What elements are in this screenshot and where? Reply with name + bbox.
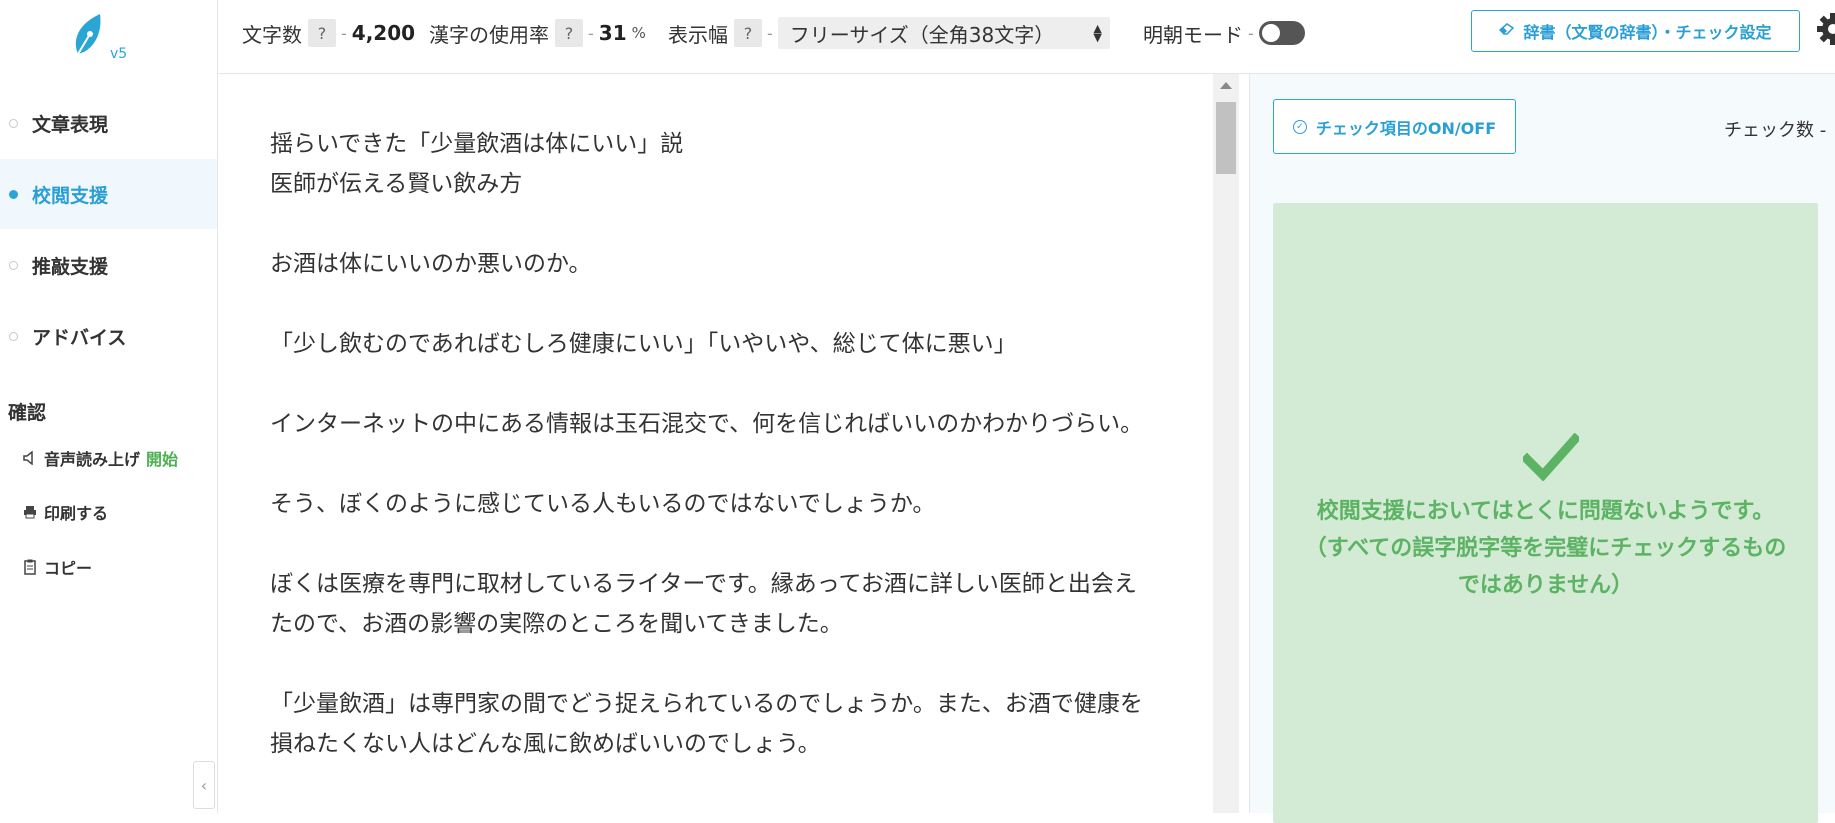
editor-blank-line — [270, 364, 1200, 404]
char-count-help-button[interactable]: ? — [308, 19, 336, 47]
editor-blank-line — [270, 444, 1200, 484]
mincho-mode-label: 明朝モード — [1143, 22, 1243, 47]
kanji-rate-help-button[interactable]: ? — [555, 19, 583, 47]
result-message-line: 校閲支援においてはとくに問題ないようです。 — [1316, 499, 1775, 524]
nav-label: 文章表現 — [32, 113, 109, 136]
speech-label: 音声読み上げ — [44, 450, 141, 469]
kanji-rate-stat: 漢字の使用率 ? - 31 % — [429, 17, 646, 49]
separator-dash: - — [341, 23, 347, 43]
display-width-label: 表示幅 — [668, 22, 728, 47]
printer-icon — [20, 505, 40, 519]
nav-item-bunsho-hyogen[interactable]: 文章表現 — [0, 88, 217, 158]
editor-line: 「少量飲酒」は専門家の間でどう捉えられているのでしょうか。また、お酒で健康を — [270, 691, 1143, 717]
editor-line: 揺らいできた「少量飲酒は体にいい」説 — [270, 131, 684, 157]
mincho-mode-toggle[interactable] — [1258, 21, 1305, 45]
speech-readout-button[interactable]: 音声読み上げ 開始 — [20, 444, 178, 472]
separator-dash: - — [767, 23, 773, 43]
kanji-rate-label: 漢字の使用率 — [429, 22, 549, 47]
editor-blank-line — [270, 204, 1200, 244]
dictionary-settings-label: 辞書（文賢の辞書）・チェック設定 — [1523, 23, 1772, 42]
editor-line: 「少し飲むのであればむしろ健康にいい」「いやいや、総じて体に悪い」 — [270, 331, 1017, 357]
nav-dot — [9, 331, 18, 341]
display-width-help-button[interactable]: ? — [734, 19, 762, 47]
editor-line: そう、ぼくのように感じている人もいるのではないでしょうか。 — [270, 491, 936, 517]
eraser-icon — [1499, 23, 1515, 39]
result-message-line: ではありません） — [1457, 573, 1634, 598]
nav-dot — [9, 118, 18, 128]
editor-scrollbar[interactable] — [1213, 74, 1239, 813]
speech-start-link[interactable]: 開始 — [146, 446, 178, 470]
scroll-up-arrow-icon[interactable] — [1220, 82, 1232, 89]
nav-label: 校閲支援 — [32, 184, 109, 207]
result-message-line: （すべての誤字脱字等を完璧にチェックするもの — [1304, 536, 1787, 561]
nav-dot-active — [9, 189, 18, 199]
nav-item-suiko-shien[interactable]: 推敲支援 — [0, 230, 217, 300]
scroll-thumb[interactable] — [1216, 102, 1236, 174]
editor-blank-line — [270, 284, 1200, 324]
result-message: 校閲支援においてはとくに問題ないようです。 （すべての誤字脱字等を完璧にチェック… — [1273, 493, 1818, 604]
editor-line: 医師が伝える賢い飲み方 — [270, 171, 523, 197]
sidebar-collapse-button[interactable]: ‹ — [193, 761, 215, 809]
editor-blank-line — [270, 524, 1200, 564]
display-width-select[interactable]: フリーサイズ（全角38文字） ▲ ▼ — [777, 17, 1110, 49]
logo-version: v5 — [110, 46, 128, 62]
editor-blank-line — [270, 644, 1200, 684]
check-circle-icon: ✓ — [1292, 119, 1307, 134]
copy-label: コピー — [44, 559, 93, 578]
app-logo[interactable]: v5 — [70, 10, 140, 70]
nav-item-koetsu-shien[interactable]: 校閲支援 — [0, 159, 217, 229]
nav-item-advice[interactable]: アドバイス — [0, 301, 217, 371]
sidebar: v5 文章表現 校閲支援 推敲支援 アドバイス 確認 音声読み上げ 開始 印刷す… — [0, 0, 218, 813]
result-card: 校閲支援においてはとくに問題ないようです。 （すべての誤字脱字等を完璧にチェック… — [1273, 203, 1818, 823]
copy-button[interactable]: コピー — [20, 553, 92, 581]
separator-dash: - — [588, 23, 594, 43]
top-toolbar: 文字数 ? - 4,200 漢字の使用率 ? - 31 % 表示幅 ? - フリ… — [218, 0, 1835, 74]
separator-dash: - — [1248, 23, 1254, 43]
print-button[interactable]: 印刷する — [20, 498, 108, 526]
editor-line: ぼくは医療を専門に取材しているライターです。縁あってお酒に詳しい医師と出会え — [270, 571, 1137, 597]
pen-nib-icon — [75, 14, 101, 55]
display-width-stat: 表示幅 ? - フリーサイズ（全角38文字） ▲ ▼ — [668, 17, 1110, 49]
nav-label: アドバイス — [32, 326, 127, 349]
char-count-label: 文字数 — [242, 22, 302, 47]
char-count-value: 4,200 — [351, 21, 416, 45]
nav-label: 推敲支援 — [32, 255, 109, 278]
check-items-toggle-button[interactable]: ✓ チェック項目のON/OFF — [1273, 99, 1516, 154]
check-items-toggle-label: チェック項目のON/OFF — [1315, 118, 1497, 138]
clipboard-icon — [20, 559, 40, 575]
kanji-rate-value: 31 — [598, 21, 627, 45]
editor-text[interactable]: 揺らいできた「少量飲酒は体にいい」説 医師が伝える賢い飲み方お酒は体にいいのか悪い… — [270, 124, 1200, 764]
display-width-value: フリーサイズ（全角38文字） — [789, 22, 1055, 47]
kanji-rate-unit: % — [631, 24, 646, 42]
nav-dot — [9, 260, 18, 270]
mincho-mode-stat: 明朝モード - — [1143, 17, 1305, 49]
char-count-stat: 文字数 ? - 4,200 — [242, 17, 415, 49]
check-count: チェック数 - — [1724, 120, 1827, 141]
select-arrows-icon: ▲ ▼ — [1093, 22, 1102, 44]
editor-line: たので、お酒の影響の実際のところを聞いてきました。 — [270, 611, 843, 637]
editor-line: インターネットの中にある情報は玉石混交で、何を信じればいいのかわかりづらい。 — [270, 411, 1144, 437]
toggle-knob — [1261, 24, 1280, 42]
text-editor[interactable]: 揺らいできた「少量飲酒は体にいい」説 医師が伝える賢い飲み方お酒は体にいいのか悪い… — [218, 74, 1249, 813]
gear-icon[interactable] — [1816, 12, 1835, 46]
checkmark-icon — [1523, 433, 1579, 481]
dictionary-settings-button[interactable]: 辞書（文賢の辞書）・チェック設定 — [1471, 10, 1800, 52]
chevron-left-icon: ‹ — [200, 775, 208, 795]
speaker-icon — [20, 451, 40, 465]
print-label: 印刷する — [44, 504, 109, 523]
editor-line: お酒は体にいいのか悪いのか。 — [270, 251, 592, 277]
confirm-heading: 確認 — [8, 402, 47, 424]
check-results-panel: ✓ チェック項目のON/OFF チェック数 - 校閲支援においてはとくに問題ない… — [1250, 74, 1835, 823]
editor-line: 損ねたくない人はどんな風に飲めばいいのでしょう。 — [270, 731, 821, 757]
